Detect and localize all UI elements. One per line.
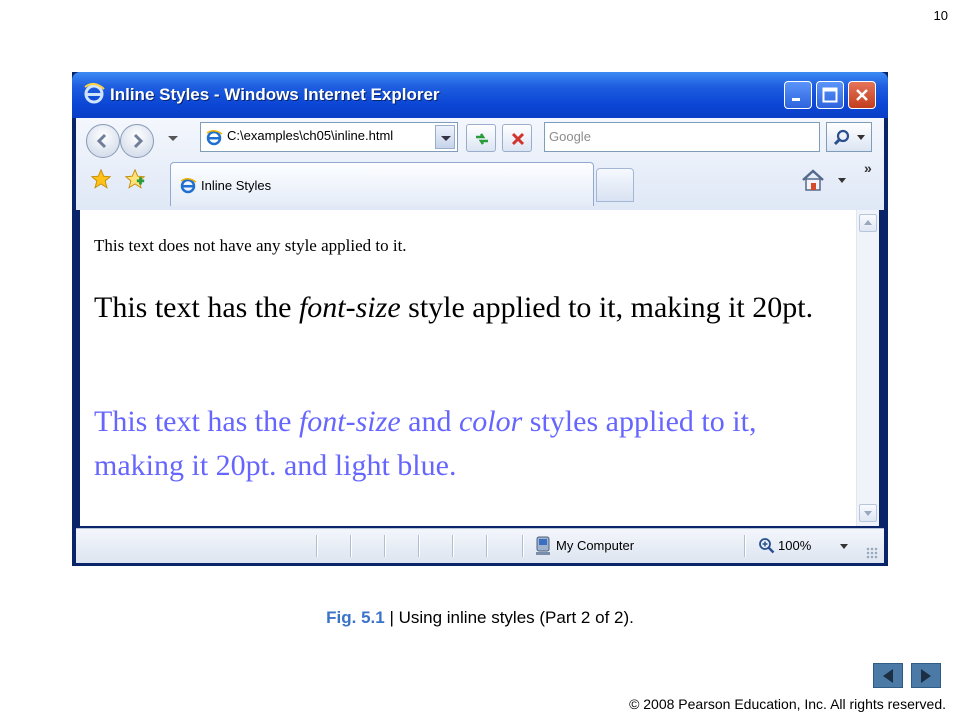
magnifier-icon [833, 129, 850, 146]
toolbar: Inline Styles » [76, 118, 884, 210]
slide-number: 10 [933, 8, 948, 23]
previous-slide-button[interactable] [873, 663, 903, 688]
font-size-paragraph: This text has the font-size style applie… [94, 286, 814, 330]
security-zone-label: My Computer [556, 538, 635, 553]
search-box[interactable] [544, 122, 820, 152]
para1-text-end: style applied to it, making it 20pt. [400, 291, 814, 324]
tab-page-icon [179, 176, 197, 199]
status-divider [418, 535, 419, 557]
browser-window: Inline Styles - Windows Internet Explore… [72, 72, 888, 566]
status-divider [384, 535, 385, 557]
stop-button[interactable] [502, 124, 532, 152]
refresh-button[interactable] [466, 124, 496, 152]
resize-grip-icon[interactable] [866, 547, 878, 559]
search-input[interactable] [549, 129, 809, 144]
status-divider [452, 535, 453, 557]
right-triangle-icon [921, 669, 931, 683]
page-content: This text does not have any style applie… [80, 210, 856, 526]
scroll-down-button[interactable] [859, 504, 877, 522]
status-divider [522, 535, 523, 557]
status-divider [316, 535, 317, 557]
vertical-scrollbar[interactable] [856, 210, 879, 526]
status-bar: My Computer 100% [76, 528, 884, 563]
forward-button[interactable] [120, 124, 154, 158]
zoom-level[interactable]: 100% [778, 538, 811, 553]
copyright-notice: © 2008 Pearson Education, Inc. All right… [629, 696, 946, 712]
home-dropdown-icon[interactable] [838, 178, 846, 183]
more-tools-chevron-icon[interactable]: » [864, 160, 872, 176]
add-favorite-icon[interactable] [124, 168, 146, 195]
maximize-button[interactable] [816, 81, 844, 109]
search-button[interactable] [826, 122, 872, 152]
para1-text: This text has the [94, 291, 299, 324]
tab-inline-styles[interactable]: Inline Styles [170, 162, 594, 206]
caption-separator: | [384, 608, 399, 627]
font-size-color-paragraph: This text has the font-size and color st… [94, 400, 814, 488]
forward-arrow-icon [133, 133, 144, 149]
stop-icon [511, 132, 525, 146]
next-slide-button[interactable] [911, 663, 941, 688]
figure-number: Fig. 5.1 [326, 608, 385, 627]
para1-emphasis: font-size [298, 291, 401, 324]
para2-emphasis-color: color [458, 405, 523, 438]
address-dropdown-button[interactable] [435, 125, 455, 149]
figure-caption: Fig. 5.1 | Using inline styles (Part 2 o… [0, 608, 960, 628]
address-input[interactable] [227, 128, 427, 143]
address-bar[interactable] [200, 122, 458, 152]
scroll-up-button[interactable] [859, 214, 877, 232]
left-triangle-icon [883, 669, 893, 683]
close-button[interactable] [848, 81, 876, 109]
ie-logo-icon [82, 81, 106, 105]
zoom-icon[interactable] [758, 537, 776, 560]
para2-emphasis-font-size: font-size [298, 405, 401, 438]
para2-text: This text has the [94, 405, 299, 438]
zoom-dropdown-icon[interactable] [840, 544, 848, 549]
back-button[interactable] [86, 124, 120, 158]
new-tab-button[interactable] [596, 168, 634, 202]
title-bar[interactable]: Inline Styles - Windows Internet Explore… [72, 72, 888, 118]
window-title: Inline Styles - Windows Internet Explore… [110, 85, 440, 104]
page-icon [205, 128, 223, 151]
unstyled-text: This text does not have any style applie… [94, 236, 407, 255]
recent-pages-dropdown-icon[interactable] [168, 136, 178, 141]
tab-label: Inline Styles [201, 178, 272, 193]
caption-text: Using inline styles (Part 2 of 2). [398, 608, 634, 627]
status-divider [486, 535, 487, 557]
minimize-button[interactable] [784, 81, 812, 109]
my-computer-icon [534, 535, 552, 562]
favorites-star-icon[interactable] [90, 168, 112, 195]
status-divider [350, 535, 351, 557]
back-arrow-icon [96, 133, 107, 149]
home-icon[interactable] [800, 168, 826, 197]
status-divider [744, 535, 745, 557]
search-options-dropdown-icon[interactable] [857, 135, 865, 140]
refresh-icon [476, 133, 488, 145]
para2-text-mid: and [400, 405, 459, 438]
